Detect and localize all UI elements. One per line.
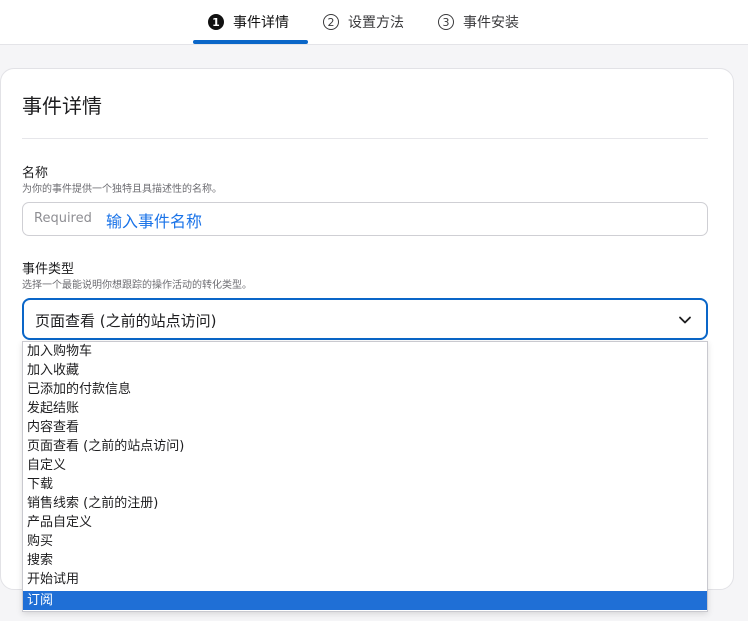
top-stepper-bar: 1 事件详情 2 设置方法 3 事件安装 — [0, 0, 748, 45]
dropdown-option[interactable]: 页面查看 (之前的站点访问) — [23, 437, 707, 456]
dropdown-option[interactable]: 自定义 — [23, 456, 707, 475]
dropdown-option[interactable]: 发起结账 — [23, 399, 707, 418]
card-divider — [22, 138, 708, 139]
dropdown-option-highlighted[interactable]: 订阅 — [23, 591, 707, 610]
event-type-selected-value: 页面查看 (之前的站点访问) — [35, 312, 217, 330]
dropdown-option[interactable]: 产品自定义 — [23, 513, 707, 532]
chevron-down-icon — [679, 316, 691, 324]
step-event-details[interactable]: 1 事件详情 — [208, 0, 289, 44]
dropdown-option[interactable]: 搜索 — [23, 551, 707, 570]
step-setup-method[interactable]: 2 设置方法 — [323, 0, 404, 44]
event-name-annotation: 输入事件名称 — [106, 212, 203, 231]
dropdown-option[interactable]: 加入购物车 — [23, 342, 707, 361]
event-name-placeholder: Required — [34, 211, 92, 226]
dropdown-option[interactable]: 已添加的付款信息 — [23, 380, 707, 399]
active-step-indicator — [193, 40, 308, 44]
event-type-label: 事件类型 — [22, 262, 75, 277]
step-label: 设置方法 — [348, 15, 404, 31]
dropdown-option[interactable]: 加入收藏 — [23, 361, 707, 380]
dropdown-option[interactable]: 开始试用 — [23, 570, 707, 589]
dropdown-option[interactable]: 销售线索 (之前的注册) — [23, 494, 707, 513]
card-title: 事件详情 — [22, 94, 102, 118]
step-label: 事件详情 — [233, 15, 289, 31]
name-help-text: 为你的事件提供一个独特且具描述性的名称。 — [22, 184, 222, 195]
name-label: 名称 — [22, 166, 49, 181]
event-type-select[interactable]: 页面查看 (之前的站点访问) — [22, 298, 708, 340]
event-type-help-text: 选择一个最能说明你想跟踪的操作活动的转化类型。 — [22, 280, 252, 291]
step-label: 事件安装 — [463, 15, 519, 31]
dropdown-option[interactable]: 内容查看 — [23, 418, 707, 437]
dropdown-option[interactable]: 购买 — [23, 532, 707, 551]
step-event-install[interactable]: 3 事件安装 — [438, 0, 519, 44]
step-number-3: 3 — [438, 14, 454, 30]
dropdown-option[interactable]: 下载 — [23, 475, 707, 494]
event-type-dropdown-list: 加入购物车 加入收藏 已添加的付款信息 发起结账 内容查看 页面查看 (之前的站… — [22, 341, 708, 612]
step-number-2: 2 — [323, 14, 339, 30]
step-number-1: 1 — [208, 14, 224, 30]
